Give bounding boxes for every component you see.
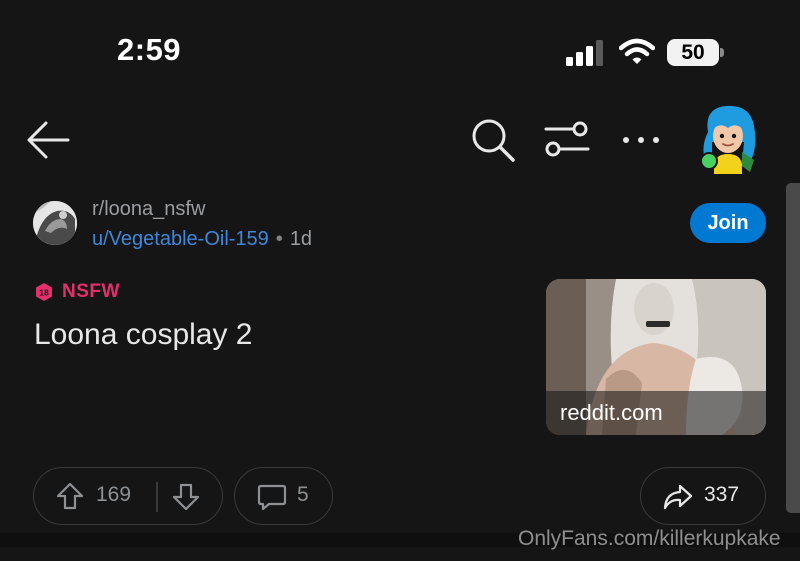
subreddit-avatar-icon [33,201,77,245]
watermark-text: OnlyFans.com/killerkupkake [518,527,781,550]
thumbnail-domain-label: reddit.com [560,400,663,425]
filter-icon[interactable] [543,117,591,161]
thumbnail-domain-overlay: reddit.com [546,391,766,435]
post-age: 1d [289,228,313,250]
author-link[interactable]: u/Vegetable-Oil-159 [92,228,269,250]
online-status-dot [700,152,718,170]
downvote-icon[interactable] [172,483,200,511]
nsfw-tag: 18 NSFW [34,281,120,303]
comment-count: 5 [297,483,309,506]
join-button[interactable]: Join [690,203,766,243]
post-byline: u/Vegetable-Oil-159 • 1d [92,228,312,251]
post-title[interactable]: Loona cosplay 2 [34,318,253,352]
post-thumbnail[interactable]: reddit.com [546,279,766,435]
battery-icon: 50 [667,39,725,67]
nsfw-label: NSFW [62,281,120,302]
subreddit-name[interactable]: r/loona_nsfw [92,198,205,221]
upvote-count: 169 [96,483,132,506]
upvote-icon[interactable] [56,482,84,510]
svg-text:18: 18 [39,288,49,298]
vote-pill: 169 [33,467,223,525]
comments-button[interactable]: 5 [234,467,333,525]
vote-divider [156,482,158,512]
byline-separator: • [275,228,283,250]
more-icon[interactable] [620,120,662,160]
share-count: 337 [704,483,740,506]
status-time: 2:59 [117,32,182,67]
battery-level: 50 [681,41,705,64]
share-button[interactable]: 337 [640,467,766,525]
subreddit-avatar[interactable] [33,201,77,245]
status-bar: 2:59 50 [0,0,800,100]
post-action-bar: 169 5 337 [0,467,800,527]
top-nav-bar [0,100,800,180]
wifi-icon [619,38,655,64]
cellular-signal-icon [566,40,603,66]
search-icon[interactable] [468,115,518,165]
post-card[interactable]: r/loona_nsfw u/Vegetable-Oil-159 • 1d Join… [0,185,800,541]
back-arrow-icon[interactable] [24,118,72,162]
share-icon [663,484,693,510]
comment-icon [257,484,287,511]
nsfw-18-icon: 18 [36,283,52,301]
